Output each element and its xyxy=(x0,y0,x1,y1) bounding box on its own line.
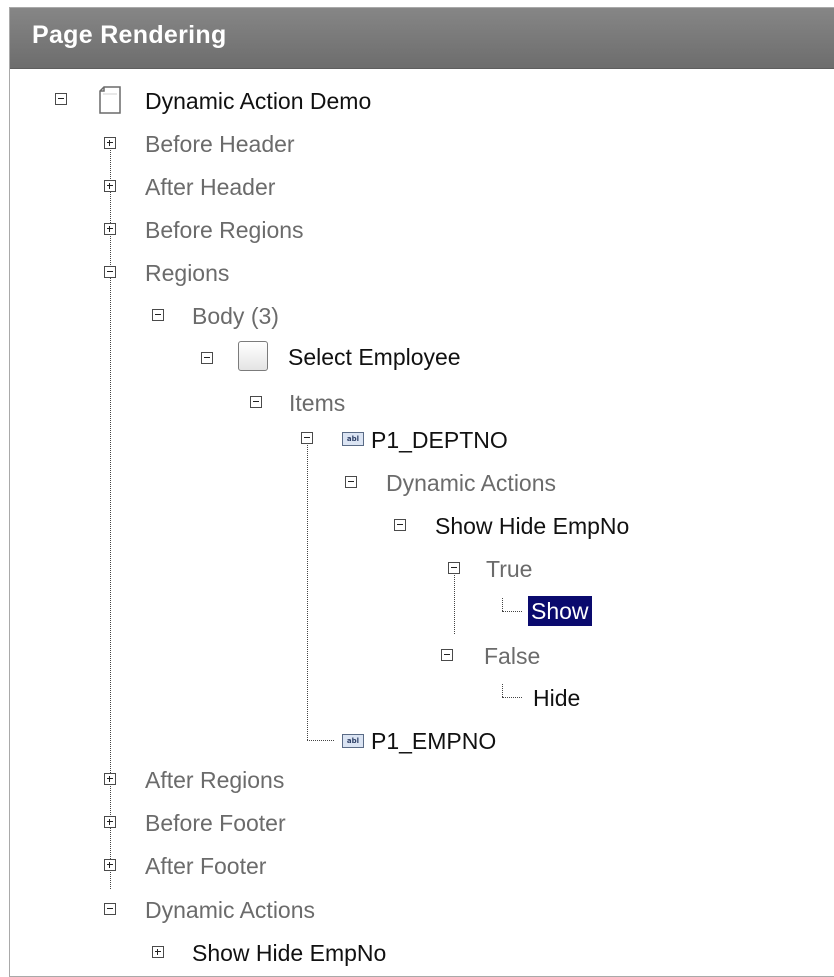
tree-node-after-footer[interactable]: After Footer xyxy=(145,851,266,881)
collapse-toggle-icon[interactable] xyxy=(250,396,262,408)
expand-toggle-icon[interactable] xyxy=(104,773,116,785)
tree-node-false-branch[interactable]: False xyxy=(484,641,540,671)
tree-connector xyxy=(502,684,503,697)
region-icon xyxy=(238,341,268,371)
tree-connector xyxy=(307,740,334,741)
collapse-toggle-icon[interactable] xyxy=(152,309,164,321)
tree-node-item-deptno[interactable]: P1_DEPTNO xyxy=(371,425,508,455)
tree-node-before-regions[interactable]: Before Regions xyxy=(145,215,304,245)
tree-connector xyxy=(454,568,455,634)
expand-toggle-icon[interactable] xyxy=(104,859,116,871)
tree-node-after-header[interactable]: After Header xyxy=(145,172,275,202)
page-icon xyxy=(99,86,121,114)
text-field-item-icon: abl xyxy=(342,734,364,748)
tree-connector xyxy=(502,598,503,611)
collapse-toggle-icon[interactable] xyxy=(441,649,453,661)
tree-node-page-dynamic-actions[interactable]: Dynamic Actions xyxy=(145,895,315,925)
tree-node-before-header[interactable]: Before Header xyxy=(145,129,295,159)
tree-node-before-footer[interactable]: Before Footer xyxy=(145,808,286,838)
tree-connector xyxy=(502,611,522,612)
collapse-toggle-icon[interactable] xyxy=(394,519,406,531)
tree-node-true-branch[interactable]: True xyxy=(486,554,532,584)
expand-toggle-icon[interactable] xyxy=(104,816,116,828)
expand-toggle-icon[interactable] xyxy=(152,946,164,958)
tree-connector xyxy=(502,697,522,698)
tree-node-dynamic-action-show-hide[interactable]: Show Hide EmpNo xyxy=(435,511,629,541)
collapse-toggle-icon[interactable] xyxy=(104,903,116,915)
collapse-toggle-icon[interactable] xyxy=(301,432,313,444)
tree-node-action-hide[interactable]: Hide xyxy=(533,683,580,713)
collapse-toggle-icon[interactable] xyxy=(55,93,67,105)
tree-node-body[interactable]: Body (3) xyxy=(192,301,279,331)
collapse-toggle-icon[interactable] xyxy=(448,562,460,574)
tree-node-item-empno[interactable]: P1_EMPNO xyxy=(371,726,496,756)
tree-node-items[interactable]: Items xyxy=(289,388,345,418)
page-rendering-tree: Dynamic Action Demo Before Header After … xyxy=(0,0,834,968)
text-field-item-icon: abl xyxy=(342,432,364,446)
tree-node-page-dynamic-action-show-hide[interactable]: Show Hide EmpNo xyxy=(192,938,386,968)
collapse-toggle-icon[interactable] xyxy=(104,266,116,278)
tree-node-region-select-employee[interactable]: Select Employee xyxy=(288,342,461,372)
tree-node-after-regions[interactable]: After Regions xyxy=(145,765,284,795)
tree-node-page[interactable]: Dynamic Action Demo xyxy=(145,86,371,116)
tree-connector xyxy=(307,438,308,740)
expand-toggle-icon[interactable] xyxy=(104,180,116,192)
tree-node-item-dynamic-actions[interactable]: Dynamic Actions xyxy=(386,468,556,498)
tree-node-regions[interactable]: Regions xyxy=(145,258,229,288)
collapse-toggle-icon[interactable] xyxy=(201,352,213,364)
expand-toggle-icon[interactable] xyxy=(104,137,116,149)
collapse-toggle-icon[interactable] xyxy=(345,476,357,488)
expand-toggle-icon[interactable] xyxy=(104,223,116,235)
tree-node-action-show-selected[interactable]: Show xyxy=(528,596,592,626)
